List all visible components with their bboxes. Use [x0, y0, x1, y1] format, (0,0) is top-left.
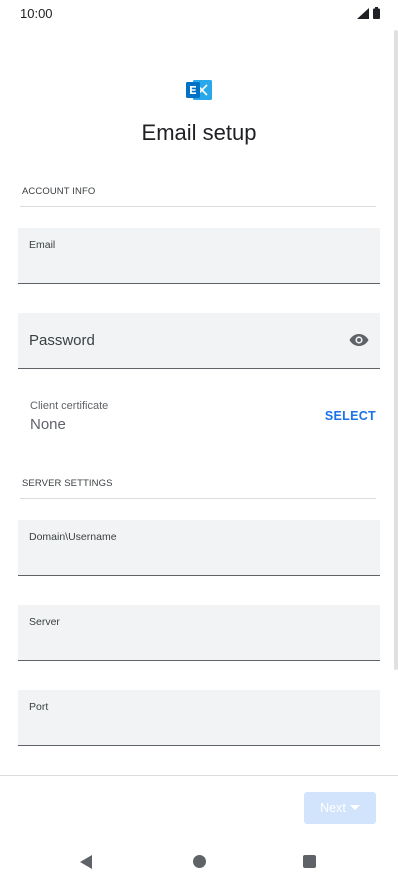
- page-title: Email setup: [141, 120, 257, 145]
- password-field[interactable]: Password: [18, 313, 380, 369]
- server-settings-header: SERVER SETTINGS: [22, 478, 113, 489]
- section-divider: [20, 206, 376, 207]
- section-divider: [20, 498, 376, 499]
- home-icon[interactable]: [193, 855, 206, 868]
- port-label: Port: [29, 701, 49, 713]
- port-field[interactable]: Port: [18, 690, 380, 746]
- status-icons: [357, 7, 380, 19]
- navigation-bar: [0, 841, 398, 884]
- back-icon[interactable]: [80, 855, 92, 869]
- signal-icon: [357, 8, 369, 19]
- email-field[interactable]: Email: [18, 228, 380, 284]
- password-field-label: Password: [29, 332, 95, 349]
- client-certificate-label: Client certificate: [30, 400, 109, 412]
- next-button[interactable]: Next: [304, 792, 376, 824]
- eye-icon[interactable]: [349, 333, 369, 347]
- status-time: 10:00: [20, 6, 53, 21]
- domain-username-label: Domain\Username: [29, 531, 117, 543]
- caret-down-icon: [349, 804, 360, 810]
- recents-icon[interactable]: [303, 855, 316, 868]
- server-label: Server: [29, 616, 60, 628]
- exchange-icon: [186, 80, 212, 100]
- footer-divider: [0, 775, 398, 776]
- status-bar: 10:00: [0, 0, 398, 28]
- next-button-label: Next: [320, 801, 346, 815]
- domain-username-field[interactable]: Domain\Username: [18, 520, 380, 576]
- battery-icon: [373, 7, 380, 19]
- client-certificate-value: None: [30, 416, 66, 433]
- server-field[interactable]: Server: [18, 605, 380, 661]
- select-certificate-button[interactable]: SELECT: [325, 409, 376, 423]
- account-info-header: ACCOUNT INFO: [22, 186, 96, 197]
- email-field-label: Email: [29, 239, 56, 251]
